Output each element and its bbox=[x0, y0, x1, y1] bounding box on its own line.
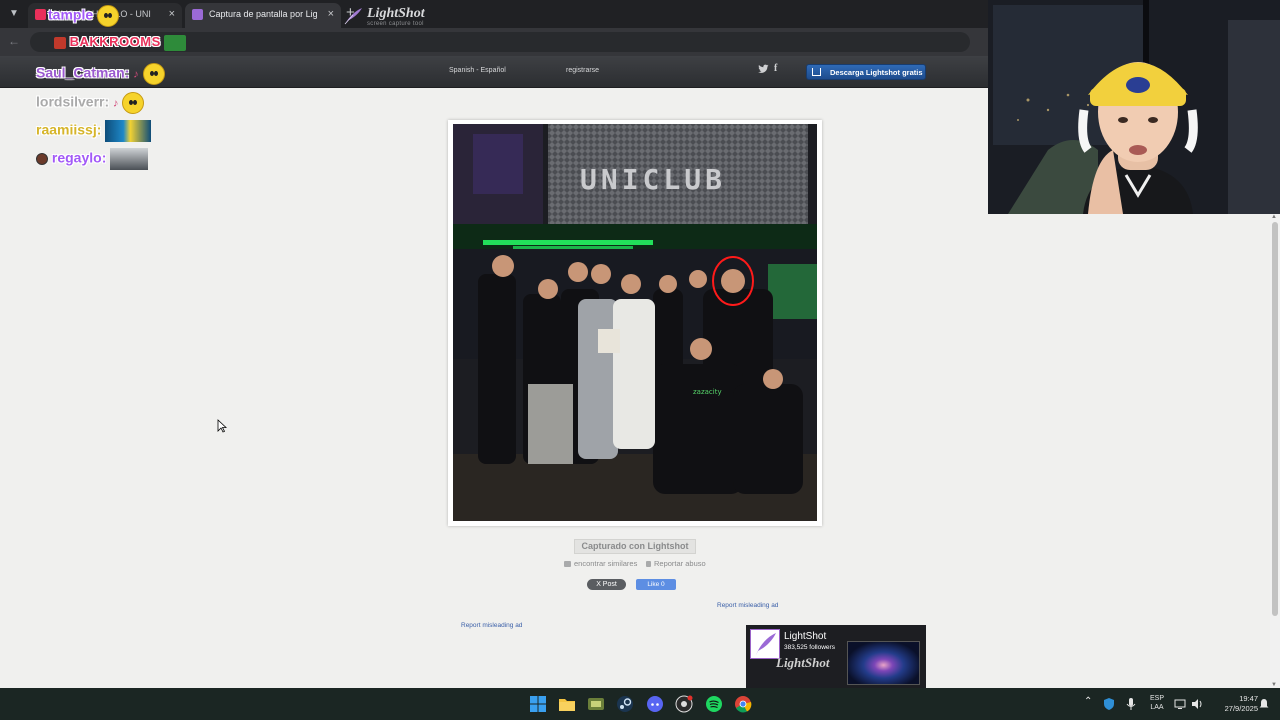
report-misleading-ad-link-1[interactable]: Report misleading ad bbox=[717, 602, 778, 609]
captured-with-lightshot-label: Capturado con Lightshot bbox=[574, 539, 696, 554]
chat-username: raamiissj: bbox=[36, 121, 102, 138]
twitter-icon[interactable] bbox=[758, 64, 769, 74]
facebook-page-widget[interactable]: LightShot 383,525 followers LightShot bbox=[746, 625, 926, 688]
chat-username: Saul_Catman: bbox=[36, 64, 130, 81]
page-cover-logo: LightShot bbox=[776, 655, 830, 670]
logo-subtitle: screen capture tool bbox=[367, 21, 424, 27]
emote-image-icon bbox=[110, 148, 149, 170]
feather-icon bbox=[756, 633, 776, 655]
network-icon[interactable] bbox=[1174, 697, 1188, 711]
x-post-button[interactable]: X Post bbox=[587, 579, 626, 590]
tab-search-chevron-icon[interactable]: ▼ bbox=[6, 6, 22, 22]
facebook-like-button[interactable]: Like 0 bbox=[636, 579, 676, 590]
microphone-icon[interactable] bbox=[1124, 697, 1138, 711]
tray-overflow-chevron-icon[interactable]: ⌃ bbox=[1084, 696, 1092, 707]
volume-icon[interactable] bbox=[1190, 697, 1204, 711]
steam-icon[interactable] bbox=[616, 695, 634, 713]
page-name: LightShot bbox=[784, 631, 827, 642]
emote-face-icon bbox=[122, 92, 145, 114]
chat-username: tample bbox=[48, 6, 94, 23]
chat-badge-icon bbox=[36, 153, 48, 165]
close-tab-icon[interactable]: × bbox=[328, 3, 334, 25]
register-link[interactable]: registrarse bbox=[566, 67, 599, 74]
download-icon bbox=[812, 68, 821, 76]
page-followers: 383,525 followers bbox=[784, 644, 835, 651]
keyboard-layout-code: LAA bbox=[1150, 704, 1164, 711]
keyboard-language-indicator[interactable]: ESP LAA bbox=[1147, 694, 1167, 712]
chat-message-4: lordsilverr: ♪ bbox=[36, 92, 145, 114]
report-abuse-label: Reportar abuso bbox=[654, 559, 706, 568]
chat-username: lordsilverr: bbox=[36, 93, 110, 110]
chat-message-6: regaylo: bbox=[36, 148, 149, 170]
clock-date: 27/9/2025 bbox=[1224, 704, 1258, 713]
windows-start-icon[interactable] bbox=[529, 695, 547, 713]
report-abuse-link[interactable]: Reportar abuso bbox=[646, 559, 706, 568]
chrome-icon[interactable] bbox=[734, 695, 752, 713]
clock-time: 19:47 bbox=[1239, 694, 1258, 703]
security-shield-icon[interactable] bbox=[1102, 697, 1116, 711]
screenshot-image[interactable]: UNICLUB zazacity bbox=[453, 124, 817, 521]
emote-face-icon bbox=[97, 5, 120, 27]
taskbar-clock[interactable]: 19:47 27/9/2025 bbox=[1206, 694, 1258, 714]
tab-favicon bbox=[35, 9, 46, 20]
file-explorer-icon[interactable] bbox=[558, 695, 576, 713]
club-sign-text: UNICLUB bbox=[580, 163, 726, 196]
report-misleading-ad-link-2[interactable]: Report misleading ad bbox=[461, 622, 522, 629]
emote-image-icon bbox=[105, 120, 152, 142]
chat-message-5: raamiissj: bbox=[36, 120, 152, 142]
language-code: ESP bbox=[1149, 695, 1164, 702]
lightshot-favicon bbox=[192, 9, 203, 20]
chat-message-1: tample bbox=[48, 5, 120, 27]
group-photo-illustration: UNICLUB zazacity bbox=[453, 124, 817, 521]
download-button-label: Descarga Lightshot gratis bbox=[830, 68, 923, 77]
scroll-up-icon[interactable]: ▲ bbox=[1271, 214, 1277, 220]
tab-title: Captura de pantalla por Lightshot bbox=[209, 9, 317, 19]
chat-username: regaylo: bbox=[51, 149, 107, 166]
page-cover-image bbox=[847, 641, 920, 685]
close-tab-icon[interactable]: × bbox=[169, 3, 175, 25]
webcam-overlay bbox=[988, 0, 1280, 214]
find-similar-label: encontrar similares bbox=[574, 559, 638, 568]
chat-message-3: Saul_Catman: ♪ bbox=[36, 63, 165, 85]
mouse-cursor-icon bbox=[217, 419, 227, 433]
back-arrow-icon[interactable]: ← bbox=[8, 34, 20, 48]
download-lightshot-button[interactable]: Descarga Lightshot gratis bbox=[806, 64, 926, 80]
logo-name: LightShot bbox=[367, 6, 425, 21]
chat-message-2: BAKKROOMS bbox=[54, 34, 187, 51]
svg-text:zazacity: zazacity bbox=[693, 388, 722, 396]
emote-note-icon: ♪ bbox=[133, 68, 139, 81]
chat-badge-icon bbox=[54, 36, 66, 49]
browser-tab-2[interactable]: Captura de pantalla por Lightshot × bbox=[185, 3, 341, 28]
feather-icon bbox=[344, 8, 362, 25]
game-launcher-icon[interactable] bbox=[587, 695, 605, 713]
notification-bell-icon[interactable] bbox=[1258, 698, 1270, 710]
emote-gift-icon bbox=[164, 34, 187, 51]
obs-icon[interactable] bbox=[675, 695, 693, 713]
emote-face-icon bbox=[142, 63, 165, 85]
streamer-webcam-illustration bbox=[988, 0, 1280, 214]
chat-username: BAKKROOMS bbox=[69, 34, 161, 49]
image-icon bbox=[564, 561, 571, 567]
lightshot-logo[interactable]: LightShot screen capture tool bbox=[343, 6, 433, 28]
flag-icon bbox=[646, 561, 651, 567]
spotify-icon[interactable] bbox=[705, 695, 723, 713]
find-similar-link[interactable]: encontrar similares bbox=[564, 559, 637, 568]
facebook-icon[interactable]: f bbox=[774, 63, 777, 74]
language-select[interactable]: Spanish - Español bbox=[449, 67, 506, 74]
emote-note-icon: ♪ bbox=[113, 97, 119, 110]
discord-icon[interactable] bbox=[646, 695, 664, 713]
page-scrollbar[interactable]: ▲ ▼ bbox=[1270, 214, 1280, 688]
scroll-thumb[interactable] bbox=[1272, 222, 1278, 616]
